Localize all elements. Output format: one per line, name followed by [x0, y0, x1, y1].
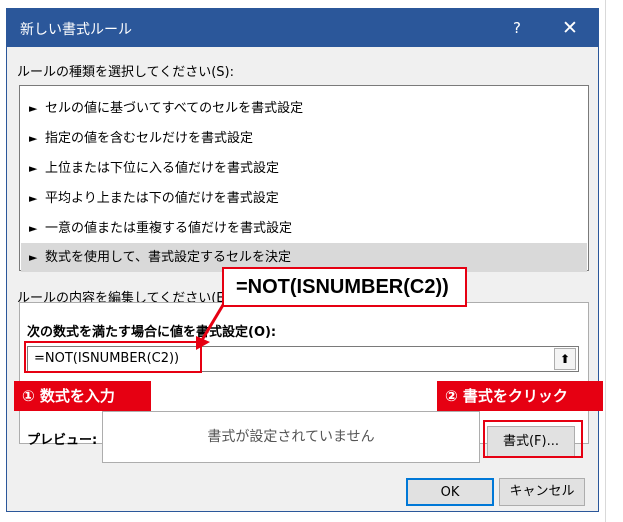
formula-callout: =NOT(ISNUMBER(C2)) [222, 267, 467, 307]
callout-arrow [196, 299, 228, 350]
step1-label: ① 数式を入力 [14, 381, 151, 411]
step2-label: ② 書式をクリック [437, 381, 603, 411]
